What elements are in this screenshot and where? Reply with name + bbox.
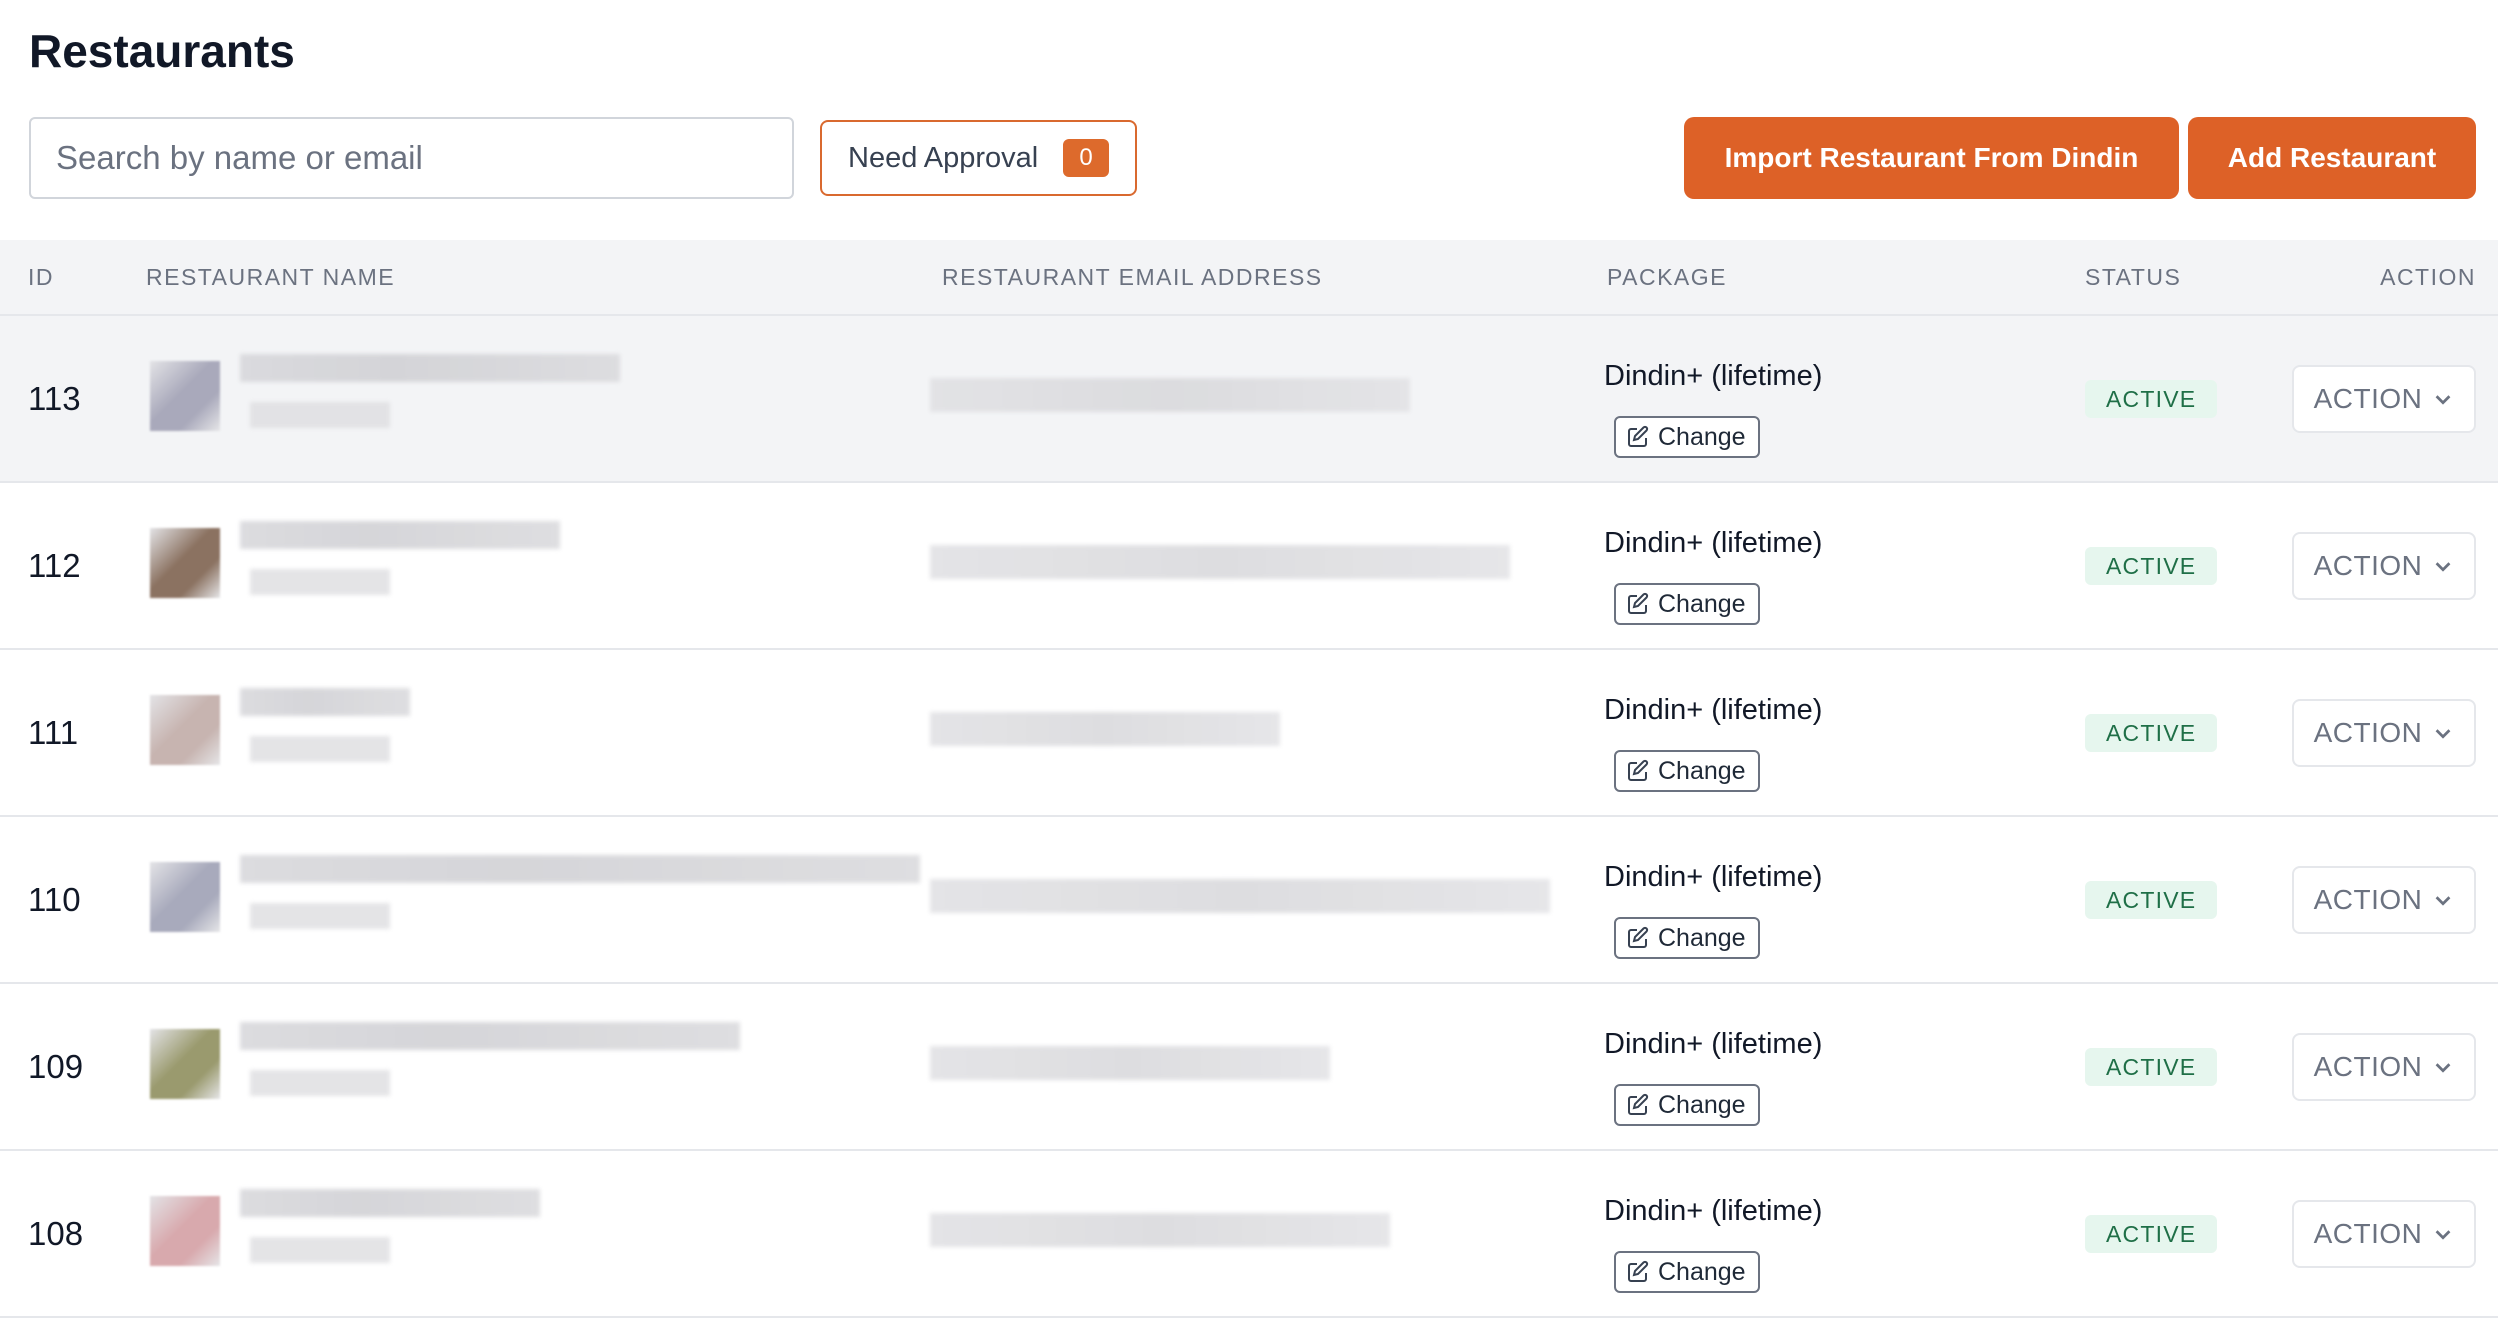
change-label: Change (1658, 589, 1746, 618)
edit-icon (1628, 425, 1649, 447)
edit-icon (1628, 926, 1649, 948)
import-restaurant-button[interactable]: Import Restaurant From Dindin (1684, 117, 2179, 199)
chevron-down-icon (2436, 896, 2451, 906)
restaurant-subtitle (250, 569, 390, 595)
edit-icon (1628, 1093, 1649, 1115)
chevron-down-icon (2436, 562, 2451, 572)
row-id: 108 (28, 1215, 84, 1252)
package-name: Dindin+ (lifetime) (1604, 694, 1823, 726)
action-label: ACTION (2313, 1218, 2423, 1249)
restaurant-subtitle (250, 1070, 390, 1096)
need-approval-label: Need Approval (848, 141, 1039, 174)
row-id: 111 (28, 714, 79, 751)
table-body: 113 Dindin+ (lifetime) Change ACTIVE ACT… (0, 316, 2498, 1318)
column-header-status: STATUS (2085, 264, 2182, 290)
column-header-id: ID (28, 264, 54, 290)
restaurant-name (240, 688, 410, 716)
table-row: 109 Dindin+ (lifetime) Change ACTIVE ACT… (0, 984, 2498, 1151)
need-approval-count-badge: 0 (1063, 139, 1109, 177)
restaurant-name (240, 1189, 540, 1217)
edit-icon (1628, 759, 1649, 781)
column-header-name: RESTAURANT NAME (146, 264, 396, 290)
table-row: 112 Dindin+ (lifetime) Change ACTIVE ACT… (0, 483, 2498, 650)
table-row: 111 Dindin+ (lifetime) Change ACTIVE ACT… (0, 650, 2498, 817)
action-label: ACTION (2313, 550, 2423, 581)
action-label: ACTION (2313, 1051, 2423, 1082)
restaurant-email (930, 879, 1550, 913)
column-header-email: RESTAURANT EMAIL ADDRESS (942, 264, 1323, 290)
action-dropdown-button[interactable]: ACTION (2292, 365, 2476, 433)
restaurant-email (930, 545, 1510, 579)
status-badge: ACTIVE (2085, 547, 2218, 585)
row-id: 113 (28, 380, 81, 417)
action-dropdown-button[interactable]: ACTION (2292, 532, 2476, 600)
restaurant-email (930, 712, 1280, 746)
change-package-button[interactable]: Change (1614, 416, 1760, 458)
action-label: ACTION (2313, 717, 2423, 748)
restaurant-subtitle (250, 903, 390, 929)
action-dropdown-button[interactable]: ACTION (2292, 699, 2476, 767)
change-package-button[interactable]: Change (1614, 1084, 1760, 1126)
change-package-button[interactable]: Change (1614, 917, 1760, 959)
status-badge: ACTIVE (2085, 714, 2218, 752)
page-title: Restaurants (29, 25, 295, 77)
package-name: Dindin+ (lifetime) (1604, 360, 1823, 392)
chevron-down-icon (2436, 395, 2451, 405)
restaurant-name (240, 855, 920, 883)
table-row: 110 Dindin+ (lifetime) Change ACTIVE ACT… (0, 817, 2498, 984)
package-name: Dindin+ (lifetime) (1604, 1028, 1823, 1060)
action-dropdown-button[interactable]: ACTION (2292, 1200, 2476, 1268)
chevron-down-icon (2436, 729, 2451, 739)
package-name: Dindin+ (lifetime) (1604, 861, 1823, 893)
restaurant-name (240, 354, 620, 382)
add-restaurant-button[interactable]: Add Restaurant (2188, 117, 2476, 199)
status-badge: ACTIVE (2085, 881, 2218, 919)
change-label: Change (1658, 1257, 1746, 1286)
change-label: Change (1658, 422, 1746, 451)
restaurant-logo (150, 361, 220, 431)
action-label: ACTION (2313, 884, 2423, 915)
change-label: Change (1658, 923, 1746, 952)
restaurant-subtitle (250, 402, 390, 428)
need-approval-button[interactable]: Need Approval 0 (820, 120, 1137, 196)
restaurant-email (930, 1213, 1390, 1247)
restaurant-logo (150, 695, 220, 765)
change-package-button[interactable]: Change (1614, 750, 1760, 792)
change-label: Change (1658, 1090, 1746, 1119)
edit-icon (1628, 1260, 1649, 1282)
action-dropdown-button[interactable]: ACTION (2292, 866, 2476, 934)
restaurant-logo (150, 528, 220, 598)
column-header-action: ACTION (2380, 264, 2476, 290)
search-input[interactable] (29, 117, 794, 199)
table-header: ID RESTAURANT NAME RESTAURANT EMAIL ADDR… (0, 240, 2498, 316)
package-name: Dindin+ (lifetime) (1604, 527, 1823, 559)
change-package-button[interactable]: Change (1614, 583, 1760, 625)
restaurant-subtitle (250, 736, 390, 762)
restaurant-logo (150, 1196, 220, 1266)
change-label: Change (1658, 756, 1746, 785)
restaurant-name (240, 521, 560, 549)
chevron-down-icon (2436, 1230, 2451, 1240)
restaurant-logo (150, 862, 220, 932)
row-id: 109 (28, 1048, 84, 1085)
row-id: 112 (28, 547, 81, 584)
restaurant-name (240, 1022, 740, 1050)
table-row: 108 Dindin+ (lifetime) Change ACTIVE ACT… (0, 1151, 2498, 1318)
row-id: 110 (28, 881, 81, 918)
restaurant-email (930, 1046, 1330, 1080)
change-package-button[interactable]: Change (1614, 1251, 1760, 1293)
edit-icon (1628, 592, 1649, 614)
restaurant-logo (150, 1029, 220, 1099)
action-dropdown-button[interactable]: ACTION (2292, 1033, 2476, 1101)
column-header-package: PACKAGE (1607, 264, 1727, 290)
restaurant-subtitle (250, 1237, 390, 1263)
status-badge: ACTIVE (2085, 1048, 2218, 1086)
status-badge: ACTIVE (2085, 380, 2218, 418)
table-row: 113 Dindin+ (lifetime) Change ACTIVE ACT… (0, 316, 2498, 483)
status-badge: ACTIVE (2085, 1215, 2218, 1253)
package-name: Dindin+ (lifetime) (1604, 1195, 1823, 1227)
action-label: ACTION (2313, 383, 2423, 414)
chevron-down-icon (2436, 1063, 2451, 1073)
restaurant-email (930, 378, 1410, 412)
